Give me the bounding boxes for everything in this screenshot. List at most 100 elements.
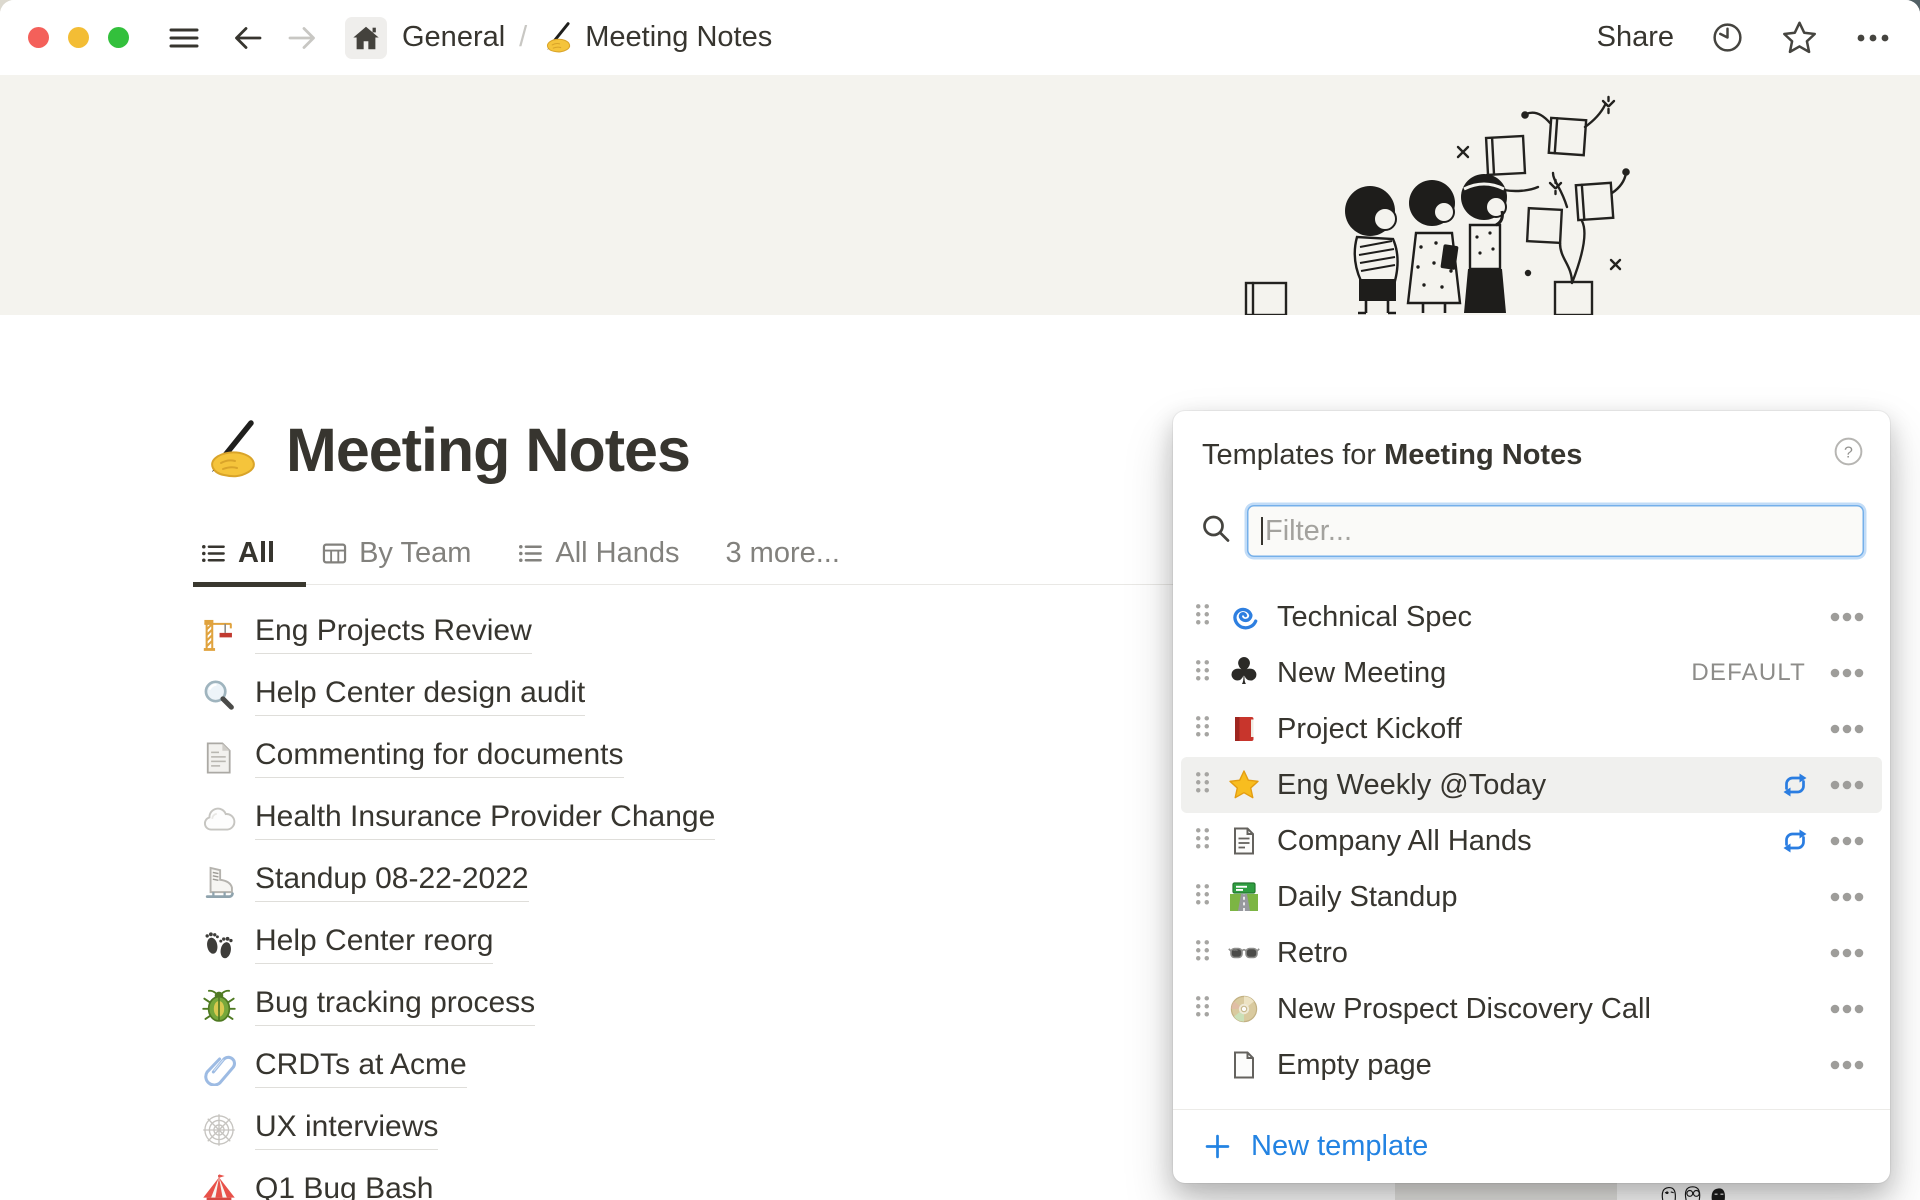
template-row[interactable]: New Prospect Discovery Call <box>1181 981 1882 1037</box>
page-link[interactable]: Eng Projects Review <box>255 614 532 654</box>
breadcrumb-separator: / <box>519 21 527 54</box>
page-cover <box>0 75 1920 315</box>
template-label: Daily Standup <box>1277 881 1830 914</box>
search-icon <box>1200 513 1232 550</box>
templates-popup-header: Templates for Meeting Notes ? <box>1173 411 1890 475</box>
new-template-row[interactable]: New template <box>1173 1109 1890 1183</box>
notion-window: General / Meeting Notes Share <box>0 0 1920 1200</box>
drag-handle-icon[interactable] <box>1194 769 1211 801</box>
template-label: Retro <box>1277 937 1830 970</box>
motorway-emoji <box>1228 881 1260 913</box>
close-window-button[interactable] <box>28 27 49 48</box>
row-more-icon[interactable] <box>1830 881 1864 913</box>
page-with-text-icon <box>1228 825 1260 857</box>
drag-handle-icon[interactable] <box>1194 657 1211 689</box>
traffic-lights <box>28 27 129 48</box>
home-icon[interactable] <box>345 17 387 59</box>
page-title: Meeting Notes <box>286 415 690 485</box>
row-more-icon[interactable] <box>1830 713 1864 745</box>
cloud-emoji <box>200 801 238 839</box>
repeat-icon[interactable] <box>1780 770 1810 800</box>
template-filter-field <box>1247 505 1864 557</box>
row-more-icon[interactable] <box>1830 601 1864 633</box>
favorite-star-icon[interactable] <box>1781 19 1818 56</box>
tab-by-team[interactable]: By Team <box>321 537 471 570</box>
template-row[interactable]: ♣New MeetingDEFAULT <box>1181 645 1882 701</box>
template-row[interactable]: Eng Weekly @Today <box>1181 757 1882 813</box>
drag-handle-icon[interactable] <box>1194 937 1211 969</box>
active-tab-underline <box>193 582 306 587</box>
cover-illustration <box>1220 75 1668 315</box>
row-more-icon[interactable] <box>1830 825 1864 857</box>
template-label: Company All Hands <box>1277 825 1780 858</box>
templates-popup-title: Templates for Meeting Notes <box>1202 439 1582 472</box>
breadcrumb-workspace[interactable]: General <box>402 21 505 54</box>
page-image-block-partial <box>1395 1181 1920 1200</box>
image-block-doodle <box>1617 1181 1920 1200</box>
more-options-icon[interactable] <box>1854 21 1892 55</box>
drag-handle-icon[interactable] <box>1194 713 1211 745</box>
ice-skate-emoji <box>200 863 238 901</box>
template-row[interactable]: Daily Standup <box>1181 869 1882 925</box>
page-link[interactable]: Help Center design audit <box>255 676 585 716</box>
templates-popup: Templates for Meeting Notes ? Technical … <box>1173 411 1890 1183</box>
zoom-window-button[interactable] <box>108 27 129 48</box>
back-icon[interactable] <box>231 21 265 55</box>
template-row[interactable]: Retro <box>1181 925 1882 981</box>
page-link[interactable]: Q1 Bug Bash <box>255 1172 433 1200</box>
page-link[interactable]: Standup 08-22-2022 <box>255 862 529 902</box>
template-row[interactable]: Company All Hands <box>1181 813 1882 869</box>
row-more-icon[interactable] <box>1830 937 1864 969</box>
drag-handle-icon[interactable] <box>1194 993 1211 1025</box>
row-more-icon[interactable] <box>1830 993 1864 1025</box>
building-construction-emoji <box>200 615 238 653</box>
breadcrumb-page[interactable]: Meeting Notes <box>585 21 772 54</box>
row-more-icon[interactable] <box>1830 657 1864 689</box>
page-link[interactable]: Bug tracking process <box>255 986 535 1026</box>
drag-handle-icon[interactable] <box>1194 601 1211 633</box>
template-label: Project Kickoff <box>1277 713 1830 746</box>
page-link[interactable]: Help Center reorg <box>255 924 493 964</box>
forward-icon[interactable] <box>285 21 319 55</box>
circus-tent-emoji <box>200 1173 238 1200</box>
writing-hand-emoji <box>541 21 575 55</box>
template-filter-input[interactable] <box>1247 505 1864 557</box>
template-label: New Prospect Discovery Call <box>1277 993 1830 1026</box>
template-row[interactable]: Empty page <box>1181 1037 1882 1093</box>
templates-popup-title-page: Meeting Notes <box>1384 439 1582 471</box>
row-more-icon[interactable] <box>1830 1049 1864 1081</box>
templates-filter-row <box>1200 505 1864 557</box>
svg-text:?: ? <box>1844 444 1853 461</box>
document-emoji <box>200 739 238 777</box>
minimize-window-button[interactable] <box>68 27 89 48</box>
drag-handle-icon[interactable] <box>1194 881 1211 913</box>
magnifying-glass-emoji <box>200 677 238 715</box>
drag-handle-icon[interactable] <box>1194 825 1211 857</box>
blank-page-icon <box>1228 1049 1260 1081</box>
question-mark-icon[interactable]: ? <box>1833 436 1864 475</box>
sidebar-menu-icon[interactable] <box>167 21 201 55</box>
page-link[interactable]: CRDTs at Acme <box>255 1048 467 1088</box>
tab-all[interactable]: All <box>200 537 275 570</box>
plus-icon <box>1203 1132 1232 1161</box>
image-block-gray-band <box>1395 1181 1617 1200</box>
row-more-icon[interactable] <box>1830 769 1864 801</box>
page-link[interactable]: Health Insurance Provider Change <box>255 800 715 840</box>
template-label: New Meeting <box>1277 657 1691 690</box>
tab-all-hands[interactable]: All Hands <box>517 537 679 570</box>
page-link[interactable]: Commenting for documents <box>255 738 624 778</box>
template-label: Eng Weekly @Today <box>1277 769 1780 802</box>
updates-clock-icon[interactable] <box>1710 20 1745 55</box>
template-row[interactable]: Project Kickoff <box>1181 701 1882 757</box>
repeat-icon[interactable] <box>1780 826 1810 856</box>
page-link[interactable]: UX interviews <box>255 1110 438 1150</box>
share-button[interactable]: Share <box>1597 21 1674 54</box>
tab-label: All Hands <box>555 537 679 570</box>
tab-label: 3 more... <box>725 537 839 570</box>
templates-popup-title-prefix: Templates for <box>1202 439 1384 471</box>
footprints-emoji <box>200 925 238 963</box>
template-row[interactable]: Technical Spec <box>1181 589 1882 645</box>
beetle-emoji <box>200 987 238 1025</box>
tab-3-more[interactable]: 3 more... <box>725 537 839 570</box>
cyclone-emoji <box>1228 601 1260 633</box>
